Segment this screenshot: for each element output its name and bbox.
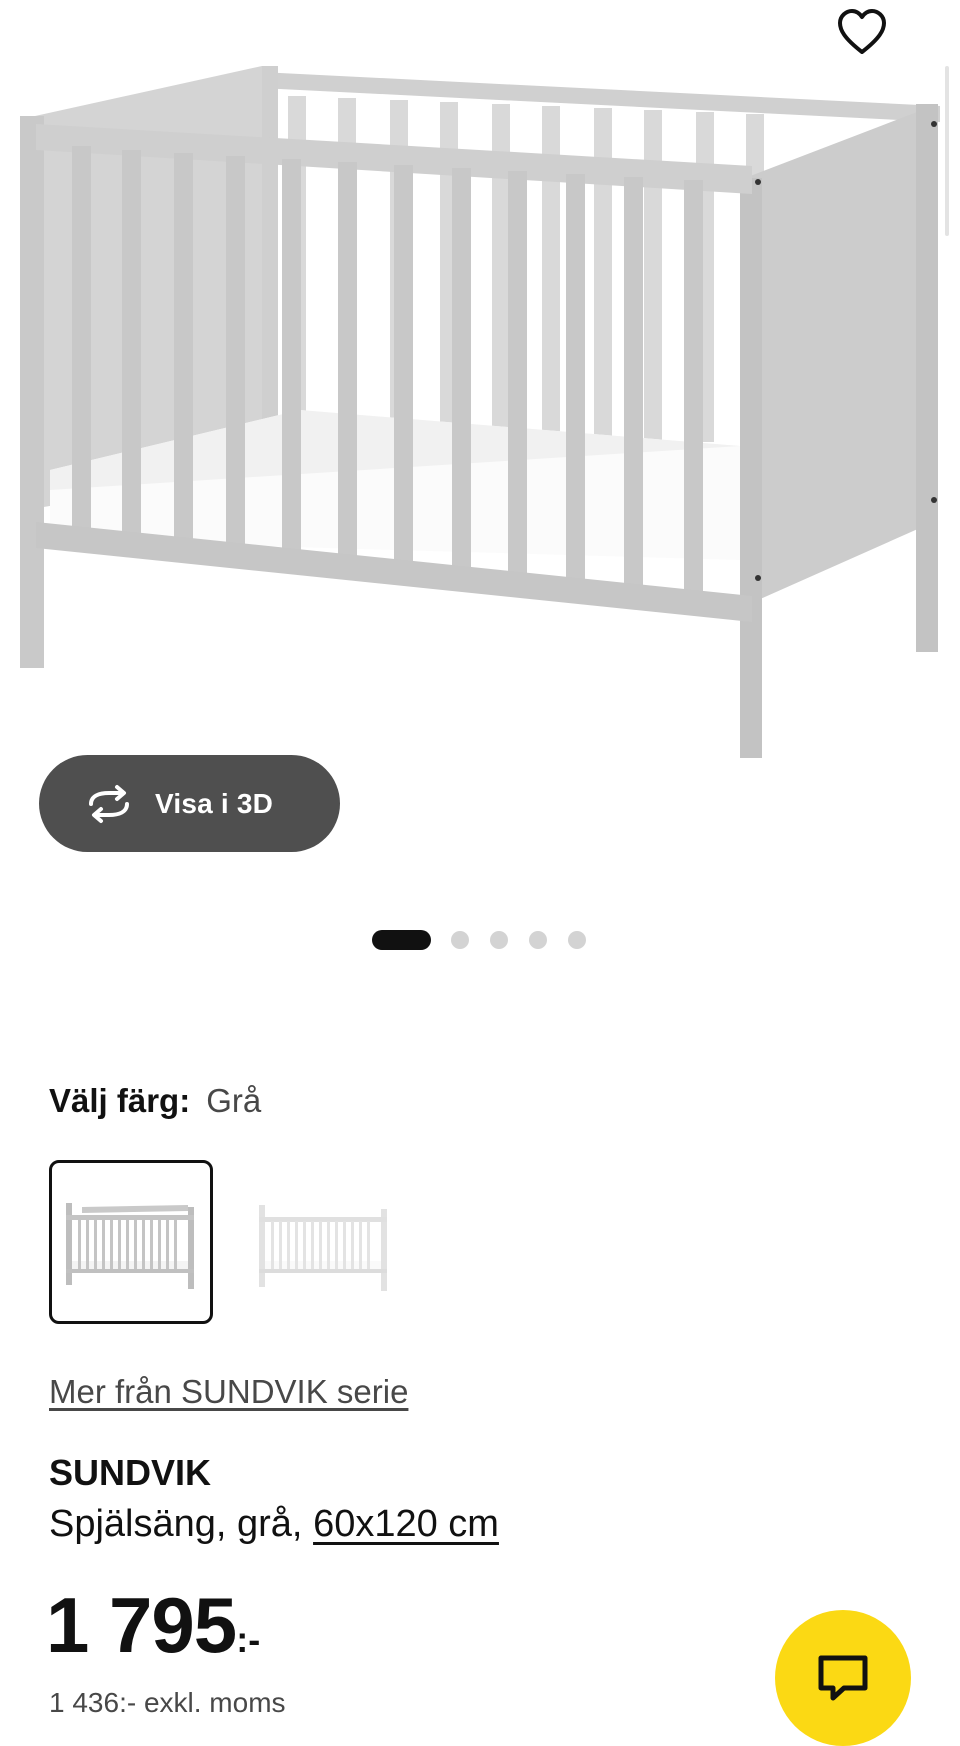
favorite-button[interactable] [832, 4, 892, 64]
pagination-dot-3[interactable] [490, 931, 508, 949]
color-label: Välj färg: [49, 1082, 191, 1119]
pagination-dot-1[interactable] [372, 930, 431, 950]
series-link[interactable]: Mer från SUNDVIK serie [49, 1373, 408, 1411]
color-swatch-gray[interactable] [49, 1160, 213, 1324]
product-name: SUNDVIK [49, 1452, 212, 1493]
price-suffix: :- [236, 1619, 261, 1660]
price-amount: 1 795 [46, 1581, 237, 1669]
pagination-dot-2[interactable] [451, 931, 469, 949]
chat-button[interactable] [775, 1610, 911, 1746]
size-link[interactable]: 60x120 cm [313, 1503, 499, 1545]
view-in-3d-button[interactable]: Visa i 3D [39, 755, 340, 852]
heart-outline-icon [838, 9, 886, 54]
pagination-dot-4[interactable] [529, 931, 547, 949]
price-excluding-vat: 1 436:- exkl. moms [49, 1687, 286, 1718]
price: 1 795:- [46, 1580, 260, 1671]
selected-color-value: Grå [206, 1082, 262, 1119]
product-description: Spjälsäng, grå, 60x120 cm [49, 1503, 499, 1546]
product-image[interactable] [0, 0, 960, 780]
product-description-text: Spjälsäng, grå, [49, 1503, 314, 1545]
chat-bubble-icon [818, 1655, 868, 1701]
crib-thumbnail-white [259, 1205, 387, 1291]
scrollbar[interactable] [945, 66, 949, 236]
crib-thumbnail-gray [66, 1203, 194, 1289]
crib-illustration [20, 66, 940, 758]
pagination-dot-5[interactable] [568, 931, 586, 949]
color-swatch-white[interactable] [245, 1163, 403, 1321]
view-in-3d-label: Visa i 3D [155, 787, 274, 819]
color-selector-label-row: Välj färg: Grå [49, 1082, 261, 1120]
rotate-3d-icon [89, 784, 129, 823]
image-pagination [372, 929, 607, 951]
